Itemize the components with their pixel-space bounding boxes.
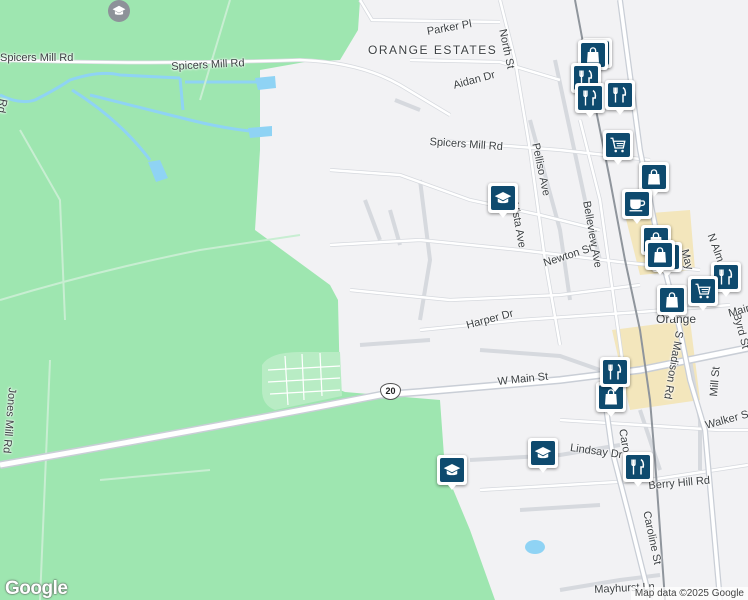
poi-marker-grocery[interactable]: [688, 276, 718, 311]
poi-marker-restaurant[interactable]: [623, 452, 653, 487]
poi-marker-cafe[interactable]: [622, 189, 652, 224]
poi-marker-restaurant[interactable]: [575, 83, 605, 118]
cart-icon: [691, 279, 715, 303]
school-icon: [491, 186, 515, 210]
school-icon: [440, 458, 464, 482]
poi-marker-school[interactable]: [488, 183, 518, 218]
map-base-layer: [0, 0, 748, 600]
school-icon: [531, 441, 555, 465]
restaurant-icon: [626, 455, 650, 479]
street-label-spicers-mill-rd-west: Spicers Mill Rd: [0, 52, 74, 64]
poi-marker-store[interactable]: [657, 285, 687, 320]
poi-marker-store[interactable]: [639, 162, 669, 197]
shopping-bag-icon: [642, 165, 666, 189]
poi-marker-school[interactable]: [528, 438, 558, 473]
area-label-orange-estates: ORANGE ESTATES: [368, 43, 498, 57]
poi-marker-restaurant[interactable]: [605, 80, 635, 115]
map-canvas[interactable]: ORANGE ESTATES Parker Pl North St Aidan …: [0, 0, 748, 600]
cart-icon: [606, 133, 630, 157]
restaurant-icon: [578, 86, 602, 110]
poi-marker-store[interactable]: [645, 240, 675, 275]
shopping-bag-icon: [660, 288, 684, 312]
restaurant-icon: [603, 360, 627, 384]
poi-marker-school[interactable]: [437, 455, 467, 490]
map-attribution[interactable]: Map data ©2025 Google: [630, 587, 748, 600]
google-logo: Google: [5, 578, 68, 599]
pond: [525, 540, 545, 554]
restaurant-icon: [608, 83, 632, 107]
shopping-bag-icon: [648, 243, 672, 267]
poi-marker-grocery[interactable]: [603, 130, 633, 165]
poi-marker-restaurant[interactable]: [600, 357, 630, 392]
cafe-icon: [625, 192, 649, 216]
school-icon[interactable]: [108, 0, 130, 22]
